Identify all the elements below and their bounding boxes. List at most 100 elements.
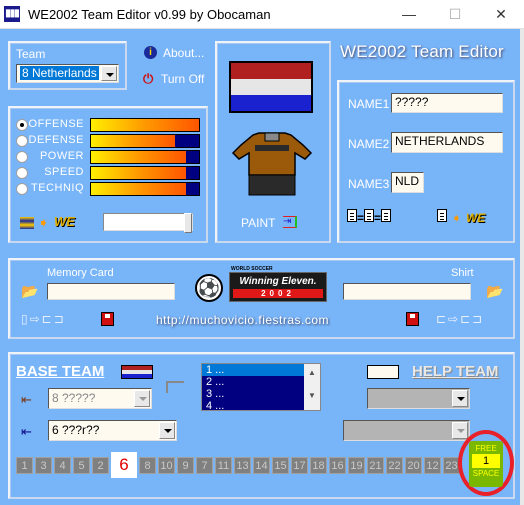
name3-label: NAME3 [348, 177, 390, 191]
export-names-button[interactable]: ➧ WE [437, 209, 485, 227]
slot-tile[interactable]: 2 [92, 457, 109, 474]
team-select-value: 8 Netherlands [20, 66, 99, 80]
stat-bar[interactable] [90, 118, 200, 132]
team-flag[interactable] [229, 61, 313, 113]
slot-tile[interactable]: 21 [367, 457, 384, 474]
team-editor-icon: ▮▮▮ [4, 6, 20, 22]
slot-tile[interactable]: 3 [35, 457, 52, 474]
stat-label: TECHNIQ [31, 182, 84, 194]
chevron-down-icon[interactable] [452, 422, 468, 439]
scroll-up-icon[interactable]: ▲ [304, 368, 320, 377]
we-logo-icon[interactable]: WE [54, 214, 75, 229]
chevron-down-icon[interactable] [101, 66, 117, 81]
chevron-down-icon[interactable] [134, 390, 150, 407]
import-base-icon[interactable]: ⇤ [21, 392, 32, 408]
list-item[interactable]: 2 ... [202, 376, 304, 388]
flag-stripe-white [231, 79, 311, 95]
slot-tile[interactable]: 8 [139, 457, 156, 474]
winning-eleven-logo: Winning Eleven. 2002 [229, 272, 327, 302]
turn-off-link[interactable]: Turn Off [161, 72, 204, 86]
title-bar: ▮▮▮ WE2002 Team Editor v0.99 by Obocaman… [0, 0, 524, 29]
help-team-combo2[interactable] [343, 420, 470, 441]
slot-tile[interactable]: 4 [54, 457, 71, 474]
document-icon [437, 209, 447, 222]
slot-tile[interactable]: 13 [234, 457, 251, 474]
slot-tile[interactable]: 18 [310, 457, 327, 474]
stat-bar[interactable] [90, 182, 200, 196]
flag-stripe-blue [231, 95, 311, 111]
slot-listbox[interactable]: 1 ... 2 ... 3 ... 4 ... ▲ ▼ [201, 363, 321, 411]
open-folder-icon[interactable]: 📂 [21, 283, 38, 300]
stat-label: DEFENSE [28, 134, 84, 146]
base-team-combo2[interactable]: 6 ???r?? [48, 420, 177, 441]
slot-tile[interactable]: 1 [16, 457, 33, 474]
minimize-button[interactable]: — [386, 0, 432, 29]
kit-preview[interactable] [231, 131, 313, 197]
paint-icon[interactable]: ⇥ [283, 216, 297, 228]
memory-card-input[interactable] [47, 283, 175, 300]
help-team-combo1[interactable] [367, 388, 470, 409]
slot-tile[interactable]: 19 [348, 457, 365, 474]
stat-label: SPEED [44, 166, 84, 178]
app-title: WE2002 Team Editor [340, 42, 504, 61]
base-team-combo1-value: 8 ????? [52, 391, 96, 405]
help-team-title: HELP TEAM [412, 363, 499, 380]
save-card-icon[interactable] [101, 312, 114, 326]
free-space-indicator: FREE 1 SPACE [469, 441, 503, 487]
import-shirt-icon[interactable]: ⊏⇨⊏⊐ [436, 312, 484, 326]
paint-label: PAINT [241, 216, 276, 230]
team-panel: Team 8 Netherlands [8, 41, 127, 90]
maximize-button[interactable]: ☐ [432, 0, 478, 29]
stats-list-icon[interactable] [20, 217, 34, 229]
name3-input[interactable]: NLD [391, 172, 424, 193]
team-label: Team [16, 47, 46, 61]
slot-tile[interactable]: 22 [386, 457, 403, 474]
slot-tile[interactable]: 5 [73, 457, 90, 474]
stat-bar[interactable] [90, 134, 200, 148]
slider-thumb[interactable] [184, 213, 192, 233]
slot-tile[interactable]: 10 [158, 457, 175, 474]
slot-tile[interactable]: 17 [291, 457, 308, 474]
stat-bar[interactable] [90, 150, 200, 164]
kit-panel: PAINT ⇥ [215, 41, 331, 243]
list-item[interactable]: 3 ... [202, 388, 304, 400]
slot-tile[interactable]: 7 [196, 457, 213, 474]
import-from-card-icon[interactable]: ▯⇨⊏⊐ [21, 312, 66, 326]
website-link[interactable]: http://muchovicio.fiestras.com [156, 313, 329, 327]
slot-tile[interactable]: 20 [405, 457, 422, 474]
space-label: SPACE [472, 469, 500, 478]
slot-tile[interactable]: 15 [272, 457, 289, 474]
scroll-down-icon[interactable]: ▼ [304, 391, 320, 400]
chevron-down-icon[interactable] [452, 390, 468, 407]
shirt-input[interactable] [343, 283, 471, 300]
team-slots-panel: BASE TEAM ⇤ 8 ????? ⇤ 6 ???r?? 1 ... 2 ..… [8, 352, 515, 499]
name2-label: NAME2 [348, 137, 390, 151]
copy-names-button[interactable]: = = [347, 209, 392, 225]
chevron-down-icon[interactable] [159, 422, 175, 439]
import-help-icon[interactable]: ⇤ [21, 424, 32, 440]
base-team-combo1[interactable]: 8 ????? [48, 388, 152, 409]
save-shirt-icon[interactable] [406, 312, 419, 326]
arrow-connector-icon [166, 381, 184, 393]
close-button[interactable]: ✕ [478, 0, 524, 29]
arrow-right-icon: ➧ [451, 211, 462, 225]
files-panel: Memory Card 📂 ▯⇨⊏⊐ ⚽ WORLD SOCCER Winnin… [8, 258, 515, 339]
name1-input[interactable]: ????? [391, 93, 503, 113]
slot-tile-selected[interactable]: 6 [111, 452, 137, 478]
slot-tile[interactable]: 12 [424, 457, 441, 474]
about-link[interactable]: About... [163, 46, 204, 60]
list-item[interactable]: 4 ... [202, 400, 304, 410]
soccer-ball-icon: ⚽ [195, 274, 223, 302]
list-item[interactable]: 1 ... [202, 364, 304, 376]
open-folder-icon[interactable]: 📂 [486, 283, 503, 300]
slot-tile[interactable]: 9 [177, 457, 194, 474]
slot-tile[interactable]: 16 [329, 457, 346, 474]
team-select[interactable]: 8 Netherlands [16, 64, 119, 83]
stats-slider[interactable] [103, 213, 193, 233]
listbox-scrollbar[interactable]: ▲ ▼ [304, 364, 320, 410]
slot-tile[interactable]: 14 [253, 457, 270, 474]
name2-input[interactable]: NETHERLANDS [391, 132, 503, 153]
stats-panel: OFFENSE DEFENSE POWER SPEED TECHNIQ ➧ WE [8, 106, 208, 243]
stat-bar[interactable] [90, 166, 200, 180]
slot-tile[interactable]: 11 [215, 457, 232, 474]
